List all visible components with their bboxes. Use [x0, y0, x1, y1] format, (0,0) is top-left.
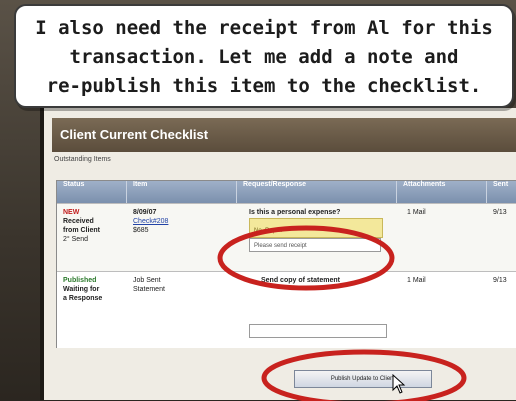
callout-line: transaction. Let me add a note and — [69, 46, 459, 68]
callout-bubble: I also need the receipt from Al for this… — [14, 4, 514, 108]
button-highlight-ellipse — [261, 349, 467, 401]
callout-line: I also need the receipt from Al for this — [35, 17, 493, 39]
callout-text: I also need the receipt from Al for this… — [16, 14, 512, 101]
mouse-pointer-icon — [392, 374, 406, 394]
callout-line: re-publish this item to the checklist. — [46, 75, 482, 97]
reply-highlight-ellipse — [217, 225, 395, 291]
